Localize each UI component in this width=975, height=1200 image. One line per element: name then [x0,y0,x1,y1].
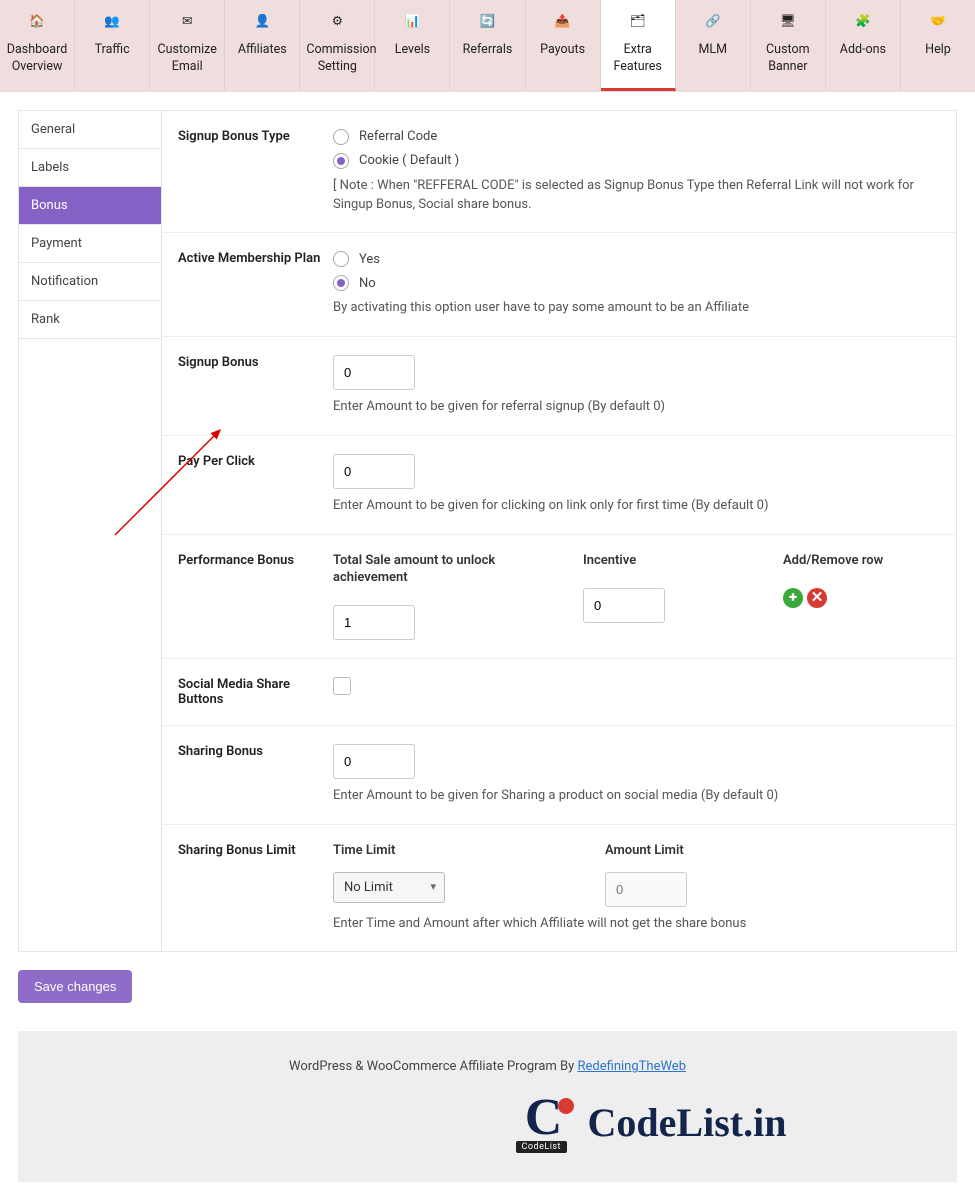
top-tab-help[interactable]: 🤝Help [901,0,975,91]
tab-icon: 🗂 [607,14,669,36]
membership-no[interactable]: No [333,275,940,291]
remove-row-icon[interactable]: ✕ [807,588,827,608]
pay-per-click-note: Enter Amount to be given for clicking on… [333,497,940,516]
stars-rating-button[interactable]: Stars Rating [376,1084,496,1115]
top-tabs: 🏠Dashboard Overview👥Traffic✉Customize Em… [0,0,975,92]
sidebar-item-bonus[interactable]: Bonus [19,187,161,225]
perf-incentive-input[interactable] [583,588,665,623]
signup-type-note: [ Note : When "REFFERAL CODE" is selecte… [333,177,940,215]
tab-icon: 🧩 [832,14,894,36]
top-tab-affiliates[interactable]: 👤Affiliates [225,0,300,91]
performance-bonus-label: Performance Bonus [178,553,333,640]
sharing-bonus-limit-label: Sharing Bonus Limit [178,843,333,934]
top-tab-levels[interactable]: 📊Levels [375,0,450,91]
top-tab-custom-banner[interactable]: 🖥Custom Banner [751,0,826,91]
sidebar-item-labels[interactable]: Labels [19,149,161,187]
tab-icon: 🤝 [907,14,969,36]
footer-credit: WordPress & WooCommerce Affiliate Progra… [38,1059,937,1074]
membership-yes[interactable]: Yes [333,251,940,267]
membership-note: By activating this option user have to p… [333,299,940,318]
settings-sidebar: GeneralLabelsBonusPaymentNotificationRan… [18,110,161,953]
social-share-buttons-label: Social Media Share Buttons [178,677,333,707]
signup-type-referral-code[interactable]: Referral Code [333,129,940,145]
top-tab-add-ons[interactable]: 🧩Add-ons [826,0,901,91]
add-row-icon[interactable]: + [783,588,803,608]
tab-icon: 📤 [532,14,594,36]
sharing-bonus-note: Enter Amount to be given for Sharing a p… [333,787,940,806]
codelist-logo-text: CodeList.in [588,1099,787,1146]
top-tab-traffic[interactable]: 👥Traffic [75,0,150,91]
social-share-checkbox[interactable] [333,677,351,695]
codelist-logo-icon: C CodeList [512,1092,576,1152]
amount-limit-header: Amount Limit [605,843,687,858]
tab-icon: 👥 [81,14,143,36]
perf-incentive-header: Incentive [583,553,723,570]
signup-bonus-note: Enter Amount to be given for referral si… [333,398,940,417]
perf-total-sale-header: Total Sale amount to unlock achievement [333,553,523,587]
tab-icon: 📊 [381,14,443,36]
settings-form: Signup Bonus Type Referral Code Cookie (… [161,110,957,953]
pay-per-click-input[interactable] [333,454,415,489]
sharing-bonus-label: Sharing Bonus [178,744,333,806]
time-limit-header: Time Limit [333,843,445,858]
top-tab-referrals[interactable]: 🔄Referrals [450,0,525,91]
tab-icon: 🔗 [682,14,744,36]
tab-icon: 👤 [231,14,293,36]
tab-icon: 🔄 [456,14,518,36]
sidebar-item-general[interactable]: General [19,111,161,149]
top-tab-dashboard-overview[interactable]: 🏠Dashboard Overview [0,0,75,91]
active-membership-label: Active Membership Plan [178,251,333,318]
perf-total-sale-input[interactable] [333,605,415,640]
time-limit-select[interactable]: No Limit [333,872,445,903]
signup-bonus-label: Signup Bonus [178,355,333,417]
top-tab-extra-features[interactable]: 🗂Extra Features [601,0,676,91]
signup-type-cookie[interactable]: Cookie ( Default ) [333,153,940,169]
sharing-limit-note: Enter Time and Amount after which Affili… [333,915,940,934]
top-tab-customize-email[interactable]: ✉Customize Email [150,0,225,91]
save-changes-button[interactable]: Save changes [18,970,132,1003]
signup-bonus-input[interactable] [333,355,415,390]
tab-icon: 🏠 [6,14,68,36]
perf-addremove-header: Add/Remove row [783,553,940,570]
top-tab-payouts[interactable]: 📤Payouts [526,0,601,91]
top-tab-mlm[interactable]: 🔗MLM [676,0,751,91]
sidebar-item-notification[interactable]: Notification [19,263,161,301]
tab-icon: 🖥 [757,14,819,36]
sidebar-item-payment[interactable]: Payment [19,225,161,263]
top-tab-commission-setting[interactable]: ⚙Commission Setting [300,0,375,91]
tab-icon: ✉ [156,14,218,36]
sharing-bonus-input[interactable] [333,744,415,779]
pay-per-click-label: Pay Per Click [178,454,333,516]
signup-bonus-type-label: Signup Bonus Type [178,129,333,215]
amount-limit-input[interactable] [605,872,687,907]
footer: WordPress & WooCommerce Affiliate Progra… [18,1031,957,1182]
redefiningtheweb-link[interactable]: RedefiningTheWeb [578,1059,687,1074]
documentation-button[interactable]: Documentation [193,1084,328,1115]
sidebar-item-rank[interactable]: Rank [19,301,161,339]
tab-icon: ⚙ [306,14,368,36]
